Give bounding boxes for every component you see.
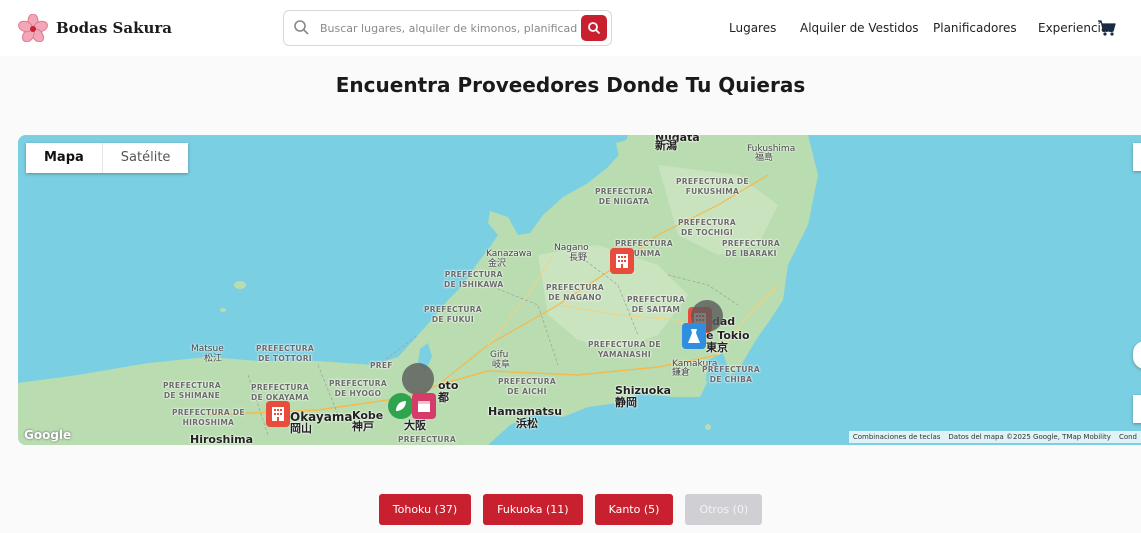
prefecture-label-niigata: PREFECTURA DE NIIGATA xyxy=(595,187,653,206)
city-label-niigata-jp: 新潟 xyxy=(655,139,677,152)
prefecture-label-fukui: PREFECTURA DE FUKUI xyxy=(424,305,482,324)
city-label-osaka-jp: 大阪 xyxy=(404,419,426,432)
search-icon xyxy=(588,22,601,35)
city-label-kanazawa: Kanazawa xyxy=(486,249,532,259)
city-label-shizuoka-jp: 静岡 xyxy=(615,396,637,409)
prefecture-label-hiroshima: PREFECTURA DE HIROSHIMA xyxy=(172,408,245,427)
terms-link[interactable]: Cond xyxy=(1119,433,1137,441)
fullscreen-button[interactable] xyxy=(1133,143,1141,171)
experience-marker[interactable] xyxy=(388,393,414,419)
prefecture-label-saitama: PREFECTURA DE SAITAM xyxy=(627,295,685,314)
map-data-credit: Datos del mapa ©2025 Google, TMap Mobili… xyxy=(948,433,1111,441)
nav-lugares[interactable]: Lugares xyxy=(729,21,776,35)
top-navbar: Bodas Sakura Lugares Alquiler de Vestido… xyxy=(0,0,1141,56)
keyboard-shortcuts-link[interactable]: Combinaciones de teclas xyxy=(853,433,941,441)
city-label-nagano: Nagano xyxy=(554,243,589,253)
city-label-gifu-jp: 岐阜 xyxy=(492,360,511,370)
city-label-nagano-jp: 長野 xyxy=(569,253,588,263)
search-bar xyxy=(283,10,612,46)
brand-logo[interactable]: Bodas Sakura xyxy=(18,14,172,42)
prefecture-label-tochigi: PREFECTURA DE TOCHIGI xyxy=(678,218,736,237)
city-label-fukushima-jp: 福島 xyxy=(755,153,774,163)
city-label-kyoto-jp: 都 xyxy=(438,391,449,404)
prefecture-label-yamanashi: PREFECTURA DE YAMANASHI xyxy=(588,340,661,359)
map-view[interactable]: Mapa Satélite Niigata 新潟 Fukushima 福島 Ka… xyxy=(18,135,1141,445)
map-type-satelite[interactable]: Satélite xyxy=(101,143,189,173)
city-label-okayama-jp: 岡山 xyxy=(290,422,312,435)
map-type-mapa[interactable]: Mapa xyxy=(26,143,102,173)
prefecture-label-fukushima: PREFECTURA DE FUKUSHIMA xyxy=(676,177,749,196)
city-label-shizuoka: Shizuoka xyxy=(615,384,672,397)
prefecture-label-shimane: PREFECTURA DE SHIMANE xyxy=(163,381,221,400)
prefecture-label-ishikawa: PREFECTURA DE ISHIKAWA xyxy=(444,270,504,289)
cart-icon[interactable] xyxy=(1097,19,1117,37)
planner-marker[interactable] xyxy=(412,393,436,419)
prefecture-label-aichi: PREFECTURA DE AICHI xyxy=(498,377,556,396)
city-label-matsue-jp: 松江 xyxy=(204,354,223,364)
search-icon xyxy=(294,20,309,35)
dress-icon xyxy=(688,329,700,343)
prefecture-label-tottori: PREFECTURA DE TOTTORI xyxy=(256,344,314,363)
building-icon xyxy=(616,254,628,268)
city-label-hamamatsu: Hamamatsu xyxy=(488,405,563,418)
prefecture-label-osaka: PREFECTURA xyxy=(398,435,456,444)
city-label-tokyo-2: e Tokio xyxy=(706,329,750,342)
map-attribution: Combinaciones de teclas Datos del mapa ©… xyxy=(848,431,1141,443)
prefecture-label-hyogo: PREFECTURA DE HYOGO xyxy=(329,379,387,398)
nav-planificadores[interactable]: Planificadores xyxy=(933,21,1017,35)
sakura-flower-icon xyxy=(18,14,48,42)
calendar-icon xyxy=(418,401,430,412)
prefecture-label-chiba: PREFECTURA DE CHIBA xyxy=(702,365,760,384)
dress-rental-marker[interactable] xyxy=(682,323,706,349)
map-type-toggle: Mapa Satélite xyxy=(26,143,189,173)
nav-alquiler-vestidos[interactable]: Alquiler de Vestidos xyxy=(800,21,919,35)
prefecture-label-okayama: PREFECTURA DE OKAYAMA xyxy=(251,383,310,402)
region-filter-bar: Tohoku (37) Fukuoka (11) Kanto (5) Otros… xyxy=(0,494,1141,525)
venue-marker[interactable] xyxy=(266,401,290,427)
prefecture-label-nagano: PREFECTURA DE NAGANO xyxy=(546,283,604,302)
marker-cluster[interactable] xyxy=(402,363,434,395)
filter-chip-otros: Otros (0) xyxy=(685,494,763,525)
city-label-kamakura-jp: 鎌倉 xyxy=(672,368,691,378)
prefecture-label-ibaraki: PREFECTURA DE IBARAKI xyxy=(722,239,780,258)
city-label-okayama: Okayama xyxy=(290,410,353,424)
city-label-kanazawa-jp: 金沢 xyxy=(488,259,507,269)
city-label-gifu: Gifu xyxy=(490,350,509,360)
zoom-controls[interactable] xyxy=(1133,395,1141,423)
google-logo: Google xyxy=(24,428,72,442)
city-label-hiroshima: Hiroshima xyxy=(190,433,253,445)
leaf-icon xyxy=(396,401,406,411)
city-label-kyoto: oto xyxy=(438,379,459,392)
city-label-kobe-jp: 神戸 xyxy=(352,420,374,433)
filter-chip-fukuoka[interactable]: Fukuoka (11) xyxy=(483,494,583,525)
city-label-hamamatsu-jp: 浜松 xyxy=(516,417,538,430)
prefecture-label-kyoto: PREF xyxy=(370,361,393,370)
city-label-tokyo-jp: 東京 xyxy=(706,341,728,354)
city-label-matsue: Matsue xyxy=(191,344,224,354)
search-input[interactable] xyxy=(320,21,578,35)
building-icon xyxy=(272,407,284,421)
filter-chip-tohoku[interactable]: Tohoku (37) xyxy=(378,494,472,525)
search-button[interactable] xyxy=(581,15,607,41)
page-title: Encuentra Proveedores Donde Tu Quieras xyxy=(335,73,806,97)
filter-chip-kanto[interactable]: Kanto (5) xyxy=(594,494,674,525)
venue-marker[interactable] xyxy=(610,248,634,274)
brand-name: Bodas Sakura xyxy=(56,19,173,37)
